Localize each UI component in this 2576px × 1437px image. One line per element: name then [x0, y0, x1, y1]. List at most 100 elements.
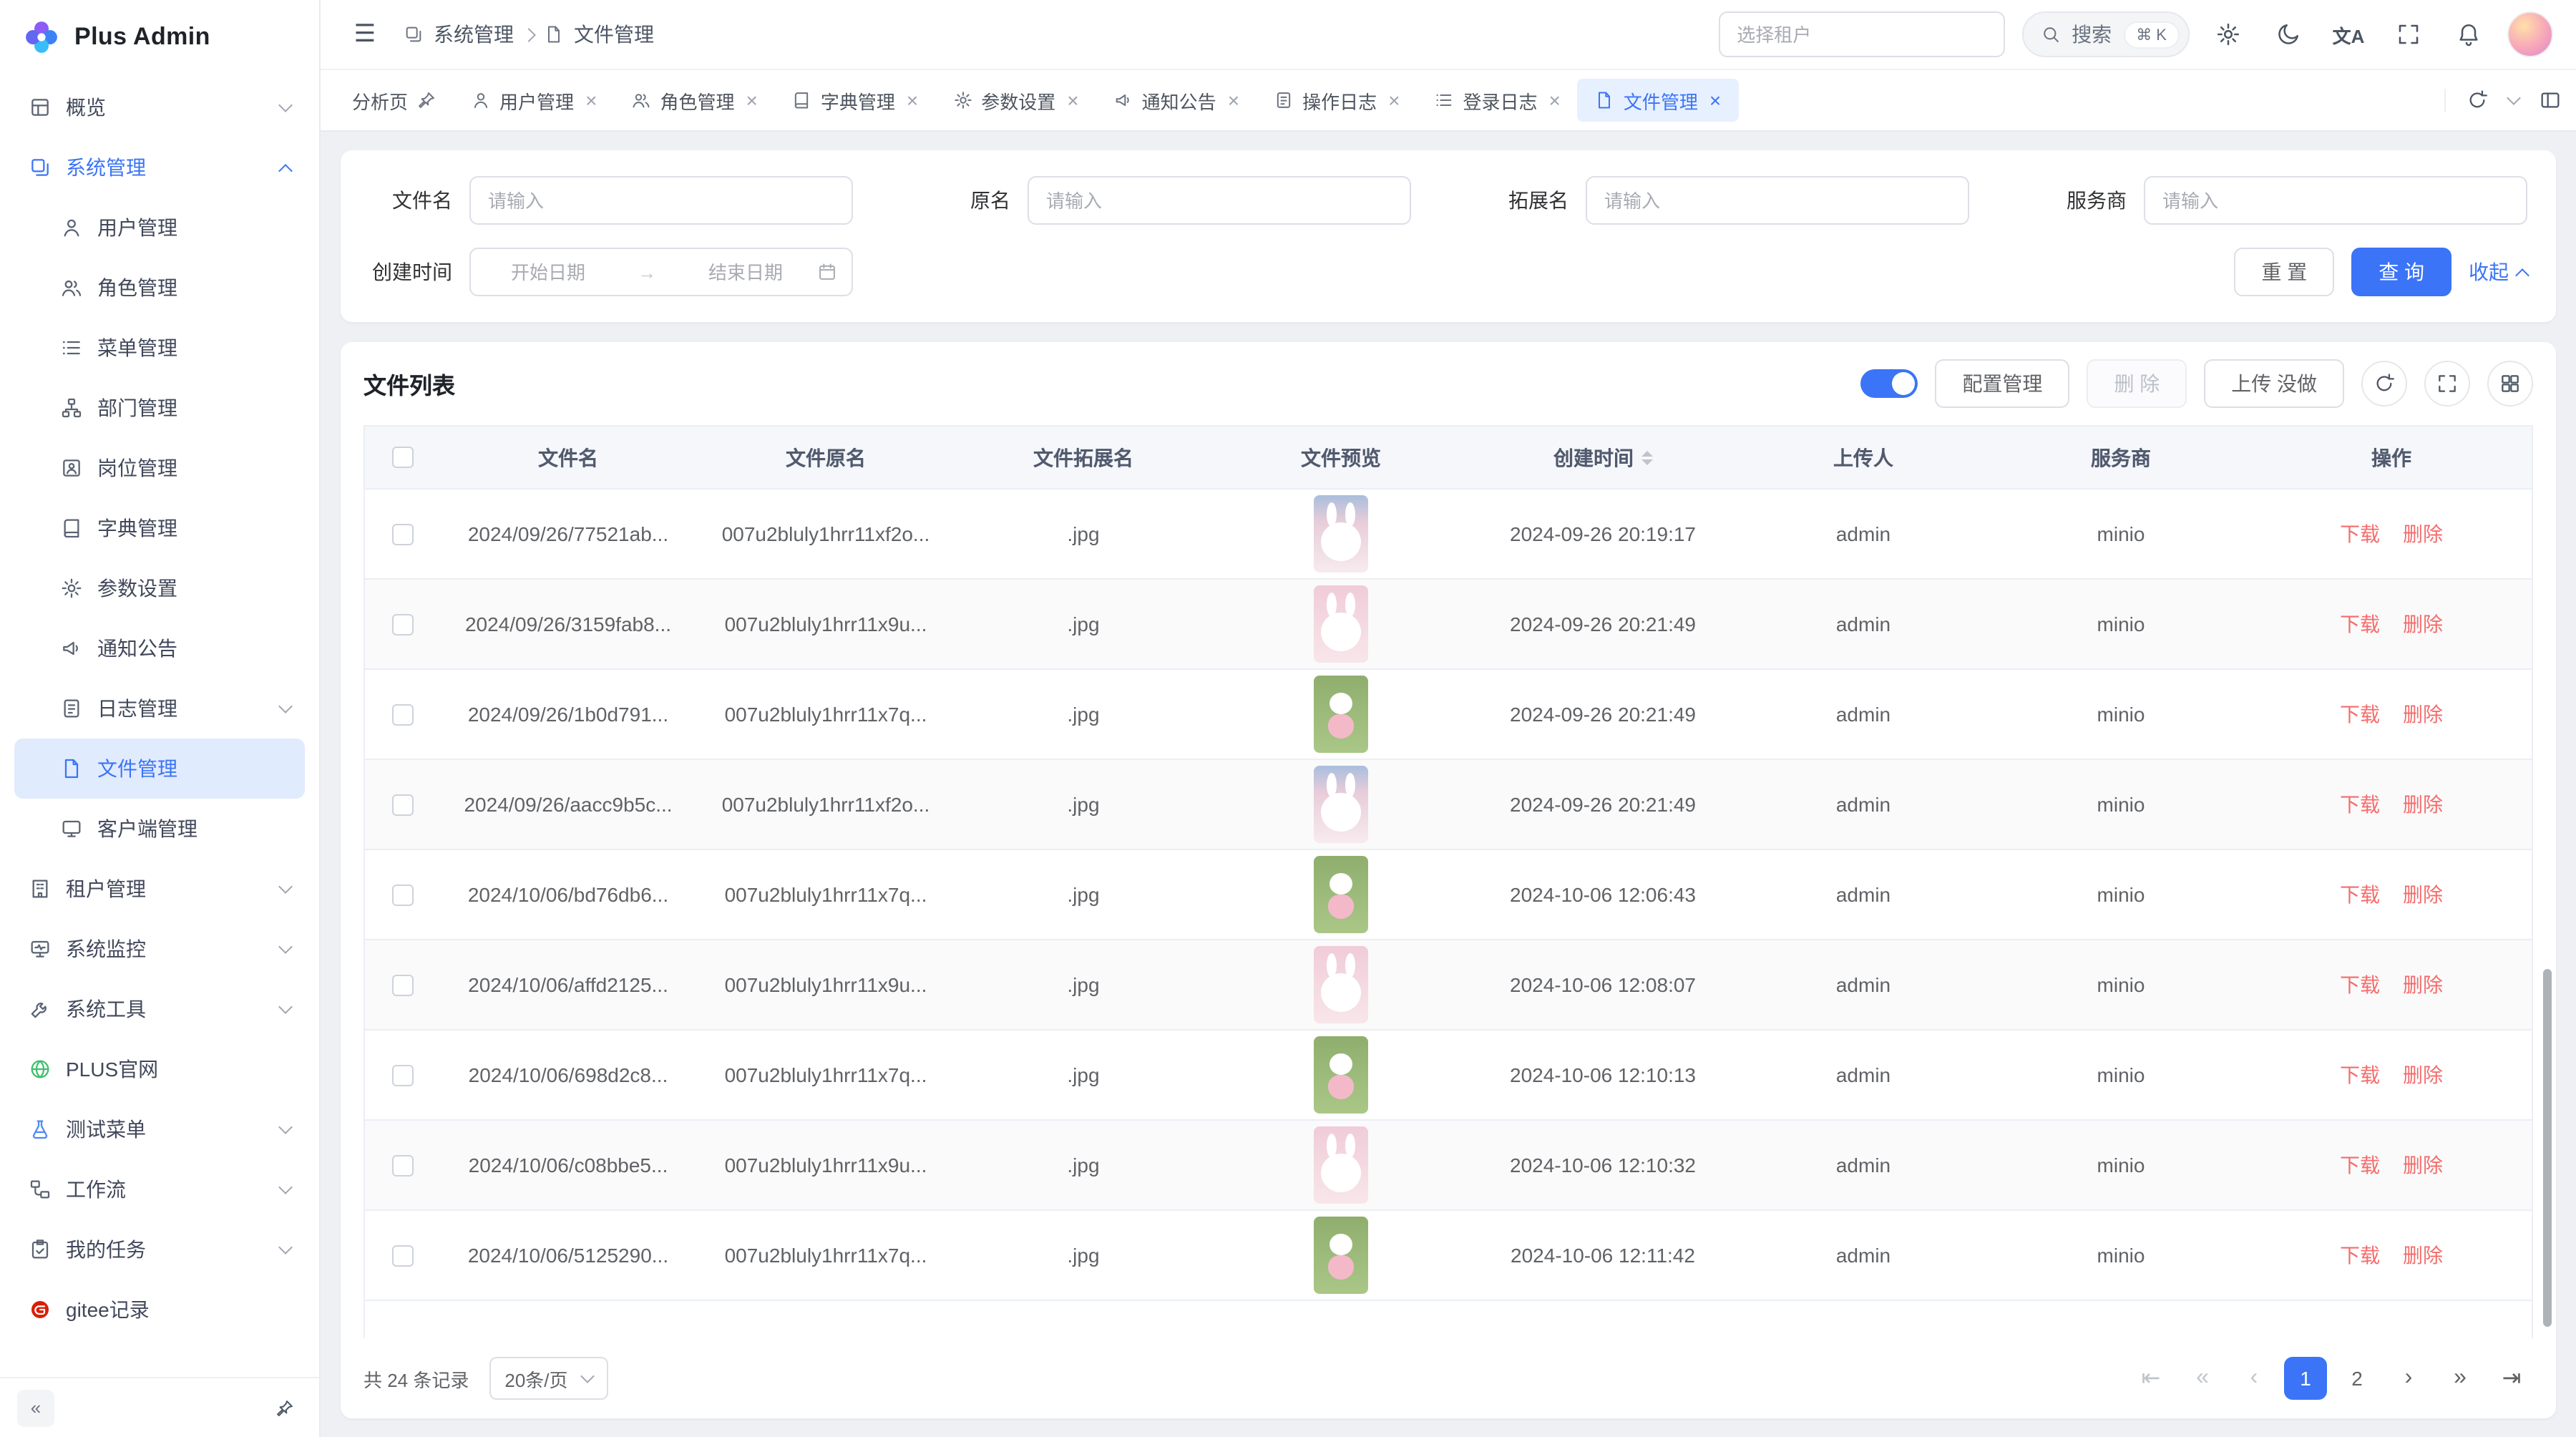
download-link[interactable]: 下载: [2340, 790, 2380, 819]
tab-analysis[interactable]: 分析页: [335, 79, 454, 122]
tab-login-log[interactable]: 登录日志 ×: [1417, 79, 1577, 122]
file-preview-image[interactable]: [1314, 1217, 1368, 1294]
sidebar-item-gitee-record[interactable]: gitee记录: [14, 1280, 305, 1340]
row-checkbox[interactable]: [391, 703, 413, 725]
breadcrumb-item[interactable]: 系统管理: [434, 20, 514, 49]
select-all-checkbox[interactable]: [391, 447, 413, 468]
row-checkbox[interactable]: [391, 1244, 413, 1266]
pager-page-2[interactable]: 2: [2336, 1357, 2379, 1400]
collapse-filters-link[interactable]: 收起: [2469, 258, 2527, 286]
row-checkbox[interactable]: [391, 613, 413, 635]
reset-button[interactable]: 重 置: [2234, 248, 2334, 296]
pager-next-fast-button[interactable]: »: [2439, 1357, 2482, 1400]
sidebar-item-tenant-management[interactable]: 租户管理: [14, 859, 305, 919]
download-link[interactable]: 下载: [2340, 880, 2380, 909]
settings-gear-icon[interactable]: [2207, 13, 2250, 56]
page-size-select[interactable]: 20条/页: [489, 1357, 608, 1400]
sidebar-item-test-menu[interactable]: 测试菜单: [14, 1099, 305, 1159]
file-preview-image[interactable]: [1314, 676, 1368, 753]
sidebar-item-plus-website[interactable]: PLUS官网: [14, 1039, 305, 1099]
column-header[interactable]: 文件拓展名: [955, 443, 1212, 472]
refresh-tab-icon[interactable]: [2466, 89, 2489, 112]
file-preview-image[interactable]: [1314, 585, 1368, 663]
download-link[interactable]: 下载: [2340, 700, 2380, 729]
sidebar-item-menu-management[interactable]: 菜单管理: [14, 318, 305, 378]
fullscreen-table-icon[interactable]: [2424, 361, 2470, 406]
close-icon[interactable]: ×: [1388, 90, 1400, 110]
tab-file-management[interactable]: 文件管理 ×: [1578, 79, 1738, 122]
pager-next-button[interactable]: ›: [2387, 1357, 2430, 1400]
delete-link[interactable]: 删除: [2403, 610, 2443, 638]
tenant-select-input[interactable]: [1718, 11, 2004, 57]
delete-link[interactable]: 删除: [2403, 790, 2443, 819]
tab-dict-management[interactable]: 字典管理 ×: [775, 79, 935, 122]
config-management-button[interactable]: 配置管理: [1935, 359, 2069, 408]
pager-prev-fast-button[interactable]: «: [2181, 1357, 2224, 1400]
sidebar-collapse-button[interactable]: «: [17, 1389, 54, 1426]
close-icon[interactable]: ×: [1228, 90, 1239, 110]
sidebar-item-client-management[interactable]: 客户端管理: [14, 799, 305, 859]
delete-link[interactable]: 删除: [2403, 700, 2443, 729]
preview-toggle-switch[interactable]: [1860, 369, 1918, 398]
pin-icon[interactable]: [416, 90, 436, 110]
delete-link[interactable]: 删除: [2403, 520, 2443, 548]
column-header[interactable]: 文件预览: [1212, 443, 1470, 472]
sidebar-item-overview[interactable]: 概览: [14, 77, 305, 137]
close-icon[interactable]: ×: [746, 90, 757, 110]
tab-operation-log[interactable]: 操作日志 ×: [1257, 79, 1417, 122]
row-checkbox[interactable]: [391, 523, 413, 545]
dark-mode-moon-icon[interactable]: [2267, 13, 2310, 56]
search-button[interactable]: 查 询: [2351, 248, 2451, 296]
sidebar-item-user-management[interactable]: 用户管理: [14, 198, 305, 258]
download-link[interactable]: 下载: [2340, 970, 2380, 999]
global-search-button[interactable]: 搜索 ⌘ K: [2021, 11, 2190, 57]
delete-link[interactable]: 删除: [2403, 880, 2443, 909]
chevron-down-icon[interactable]: [2507, 91, 2521, 105]
row-checkbox[interactable]: [391, 974, 413, 995]
pager-prev-button[interactable]: ‹: [2233, 1357, 2275, 1400]
close-icon[interactable]: ×: [1067, 90, 1078, 110]
download-link[interactable]: 下载: [2340, 520, 2380, 548]
delete-link[interactable]: 删除: [2403, 1151, 2443, 1179]
fullscreen-icon[interactable]: [2387, 13, 2430, 56]
sidebar-item-post-management[interactable]: 岗位管理: [14, 438, 305, 498]
file-preview-image[interactable]: [1314, 766, 1368, 843]
sidebar-item-workflow[interactable]: 工作流: [14, 1159, 305, 1219]
close-icon[interactable]: ×: [1549, 90, 1561, 110]
file-preview-image[interactable]: [1314, 946, 1368, 1023]
download-link[interactable]: 下载: [2340, 1151, 2380, 1179]
sidebar-item-file-management[interactable]: 文件管理: [14, 739, 305, 799]
close-icon[interactable]: ×: [1709, 90, 1721, 110]
extension-input[interactable]: [1586, 176, 1969, 225]
sidebar-item-dict-management[interactable]: 字典管理: [14, 498, 305, 558]
file-name-input[interactable]: [469, 176, 853, 225]
sidebar-item-system-tools[interactable]: 系统工具: [14, 979, 305, 1039]
close-icon[interactable]: ×: [907, 90, 918, 110]
file-preview-image[interactable]: [1314, 495, 1368, 573]
delete-link[interactable]: 删除: [2403, 970, 2443, 999]
sort-icons[interactable]: [1641, 450, 1652, 464]
sidebar-item-log-management[interactable]: 日志管理: [14, 678, 305, 739]
column-header-created[interactable]: 创建时间: [1470, 443, 1736, 472]
date-range-picker[interactable]: →: [469, 248, 853, 296]
tab-role-management[interactable]: 角色管理 ×: [614, 79, 774, 122]
breadcrumb-item[interactable]: 文件管理: [574, 20, 654, 49]
column-settings-icon[interactable]: [2487, 361, 2533, 406]
pager-last-button[interactable]: ⇥: [2490, 1357, 2533, 1400]
sidebar-item-system-management[interactable]: 系统管理: [14, 137, 305, 198]
sidebar-item-department-management[interactable]: 部门管理: [14, 378, 305, 438]
column-header[interactable]: 上传人: [1736, 443, 1991, 472]
download-link[interactable]: 下载: [2340, 1061, 2380, 1089]
pin-sidebar-icon[interactable]: [268, 1390, 302, 1425]
sidebar-item-notice[interactable]: 通知公告: [14, 618, 305, 678]
table-scrollbar[interactable]: [2543, 969, 2552, 1327]
pager-page-1[interactable]: 1: [2284, 1357, 2327, 1400]
hamburger-menu-icon[interactable]: ☰: [343, 13, 386, 56]
file-preview-image[interactable]: [1314, 1126, 1368, 1204]
column-header[interactable]: 文件名: [439, 443, 697, 472]
row-checkbox[interactable]: [391, 1064, 413, 1086]
tab-param-settings[interactable]: 参数设置 ×: [935, 79, 1096, 122]
start-date-input[interactable]: [485, 261, 611, 283]
download-link[interactable]: 下载: [2340, 610, 2380, 638]
sidebar-item-role-management[interactable]: 角色管理: [14, 258, 305, 318]
